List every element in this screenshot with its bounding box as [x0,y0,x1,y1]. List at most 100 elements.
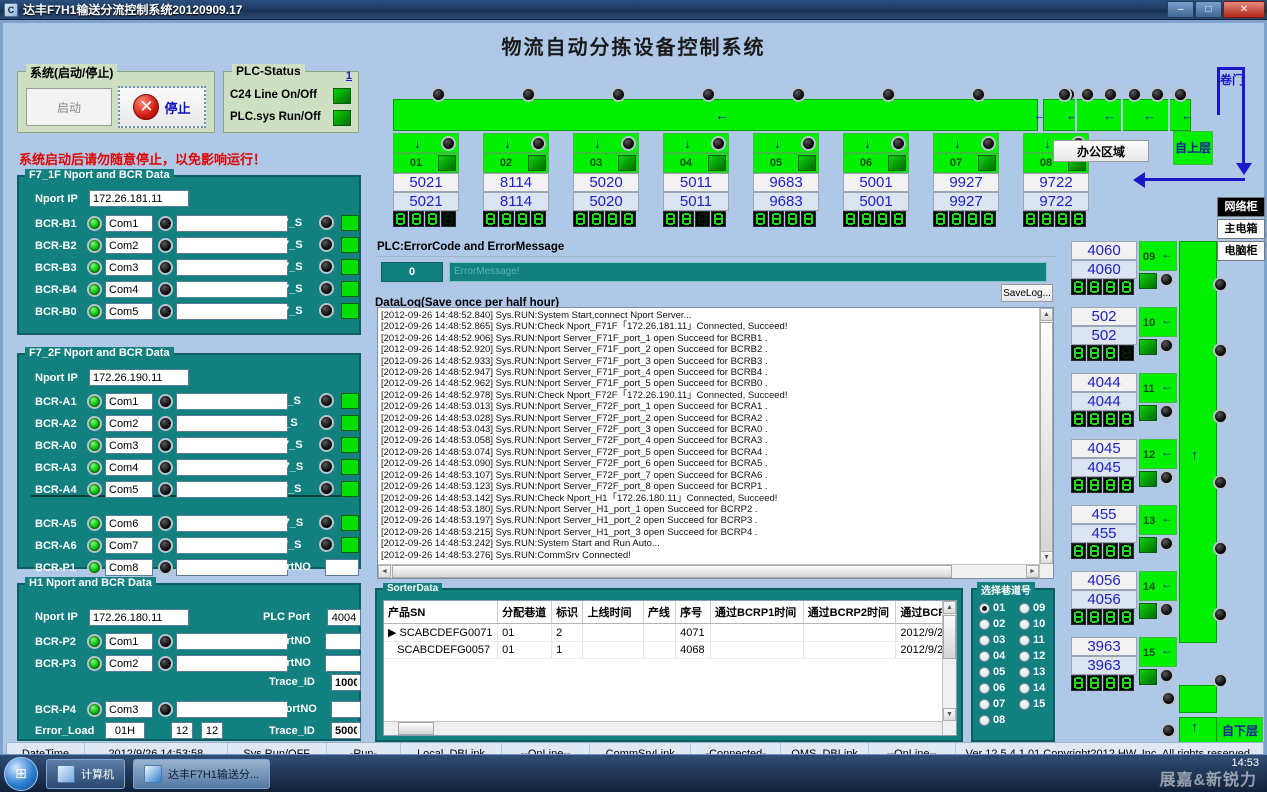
lane-radio-14[interactable]: 14 [1019,682,1045,694]
scroll-up-button[interactable]: ▲ [1040,308,1053,321]
f7_2f-row-5-com-input[interactable] [105,515,153,532]
lane-radio-dot-15[interactable] [1019,699,1030,710]
f7-1f-nport-ip-input[interactable] [89,190,189,207]
f7_2f-row-7-com-input[interactable] [105,559,153,576]
lane-radio-13[interactable]: 13 [1019,666,1045,678]
lane-radio-dot-13[interactable] [1019,667,1030,678]
lane-radio-dot-12[interactable] [1019,651,1030,662]
scroll-thumb-horizontal[interactable] [392,565,952,578]
f7_1f-row-3-com-input[interactable] [105,281,153,298]
h1-row-0-right-input[interactable] [325,633,361,650]
sorter-column-header-7[interactable]: 通过BCRP2时间 [803,601,896,624]
lane-radio-dot-02[interactable] [979,619,990,630]
h1-trace-id-1-input[interactable] [331,674,361,691]
f7_1f-row-0-com-input[interactable] [105,215,153,232]
h1-error-a-input[interactable] [171,722,193,739]
save-log-button[interactable]: SaveLog... [1001,284,1053,302]
h1-row-0-com-input[interactable] [105,633,153,650]
h1-row-1-right-input[interactable] [325,655,361,672]
datalog-vertical-scrollbar[interactable]: ▲ ▼ [1039,308,1053,578]
h1-error-load-input[interactable] [105,722,145,739]
lane-radio-11[interactable]: 11 [1019,634,1045,646]
f7_2f-row-3-com-input[interactable] [105,459,153,476]
lane-radio-04[interactable]: 04 [979,650,1005,662]
lane-radio-dot-05[interactable] [979,667,990,678]
f7_2f-row-4-com-input[interactable] [105,481,153,498]
scroll-thumb-vertical[interactable] [1040,322,1053,554]
lane-radio-dot-06[interactable] [979,683,990,694]
sorter-column-header-3[interactable]: 上线时间 [583,601,643,624]
lane-radio-12[interactable]: 12 [1019,650,1045,662]
scroll-left-button[interactable]: ◄ [378,565,391,578]
h1-p4-com-input[interactable] [105,701,153,718]
sorter-vertical-scrollbar[interactable]: ▲ ▼ [942,601,956,735]
h1-row-1-com-input[interactable] [105,655,153,672]
h1-trace-id-2-input[interactable] [331,722,361,739]
lane-radio-dot-03[interactable] [979,635,990,646]
start-button[interactable]: 启动 [26,88,112,126]
scroll-down-button[interactable]: ▼ [1040,551,1053,564]
lane-radio-dot-04[interactable] [979,651,990,662]
lane-radio-09[interactable]: 09 [1019,602,1045,614]
f7-2f-nport-ip-input[interactable] [89,369,189,386]
lane-radio-02[interactable]: 02 [979,618,1005,630]
chute-02-row1: ↓ [483,133,549,153]
sorter-scroll-thumb-horizontal[interactable] [398,722,434,735]
lane-radio-07[interactable]: 07 [979,698,1005,710]
lane-radio-10[interactable]: 10 [1019,618,1045,630]
f7_1f-row-4-com-input[interactable] [105,303,153,320]
taskbar-item-0[interactable]: 计算机 [46,759,125,789]
lane-radio-08[interactable]: 08 [979,714,1005,726]
h1-plc-port-input[interactable] [327,609,361,626]
lane-radio-15[interactable]: 15 [1019,698,1045,710]
sorter-column-header-4[interactable]: 产线 [643,601,675,624]
lane-radio-dot-09[interactable] [1019,603,1030,614]
stop-button[interactable]: ✕ 停止 [118,86,206,128]
f7_1f-row-1-com-input[interactable] [105,237,153,254]
lane-radio-dot-08[interactable] [979,715,990,726]
table-row[interactable]: ▶ SCABCDEFG007101240712012/9/26 [384,624,956,642]
close-button[interactable]: ✕ [1223,1,1265,18]
sorter-data-grid[interactable]: 产品SN分配巷道标识上线时间产线序号通过BCRP1时间通过BCRP2时间通过BC… [383,600,957,736]
f7_2f-row-1-com-input[interactable] [105,415,153,432]
scroll-right-button[interactable]: ► [1026,565,1039,578]
sorter-column-header-2[interactable]: 标识 [552,601,583,624]
lane-radio-dot-10[interactable] [1019,619,1030,630]
sorter-scroll-down-button[interactable]: ▼ [943,708,956,721]
lane-radio-dot-01[interactable] [979,603,990,614]
sorter-scroll-up-button[interactable]: ▲ [943,601,956,614]
lane-radio-01[interactable]: 01 [979,602,1005,614]
datalog-listbox[interactable]: [2012-09-26 14:48:52.840] Sys.RUN:System… [377,307,1054,579]
lane-radio-dot-14[interactable] [1019,683,1030,694]
sorter-scroll-thumb[interactable] [943,615,956,659]
f7_2f-row-5-bcr-label: BCR-A5 [35,518,87,530]
sorter-column-header-5[interactable]: 序号 [676,601,711,624]
f7_2f-row-6-com-input[interactable] [105,537,153,554]
f7_1f-row-2-com-input[interactable] [105,259,153,276]
start-button-orb[interactable]: ⊞ [4,757,38,791]
taskbar-item-1[interactable]: 达丰F7H1输送分... [133,759,270,789]
sorter-column-header-1[interactable]: 分配巷道 [498,601,552,624]
f7_2f-row-1-sensor-label: I27_S [269,417,298,429]
h1-p4-right-input[interactable] [331,701,361,718]
f7_2f-row-7-sport-input[interactable] [325,559,359,576]
maximize-button[interactable]: □ [1195,1,1222,18]
sorter-column-header-6[interactable]: 通过BCRP1时间 [711,601,804,624]
table-row[interactable]: SCABCDEFG005701140682012/9/26 [384,642,956,659]
minimize-button[interactable]: – [1167,1,1194,18]
f7_2f-row-2-com-input[interactable] [105,437,153,454]
lane-radio-05[interactable]: 05 [979,666,1005,678]
lane-radio-dot-07[interactable] [979,699,990,710]
sorter-horizontal-scrollbar[interactable] [384,721,942,735]
f7_2f-row-2-sensor-led [319,437,334,452]
lane-radio-06[interactable]: 06 [979,682,1005,694]
lane-radio-dot-11[interactable] [1019,635,1030,646]
sorter-column-header-0[interactable]: 产品SN [384,601,498,624]
h1-nport-ip-input[interactable] [89,609,189,626]
office-area-button[interactable]: 办公区域 [1053,140,1149,162]
h1-error-b-input[interactable] [201,722,223,739]
lane-radio-03[interactable]: 03 [979,634,1005,646]
datalog-horizontal-scrollbar[interactable]: ◄ ► [378,564,1039,578]
datalog-line-14: [2012-09-26 14:48:53.107] Sys.RUN:Nport … [378,470,1038,481]
f7_2f-row-0-com-input[interactable] [105,393,153,410]
